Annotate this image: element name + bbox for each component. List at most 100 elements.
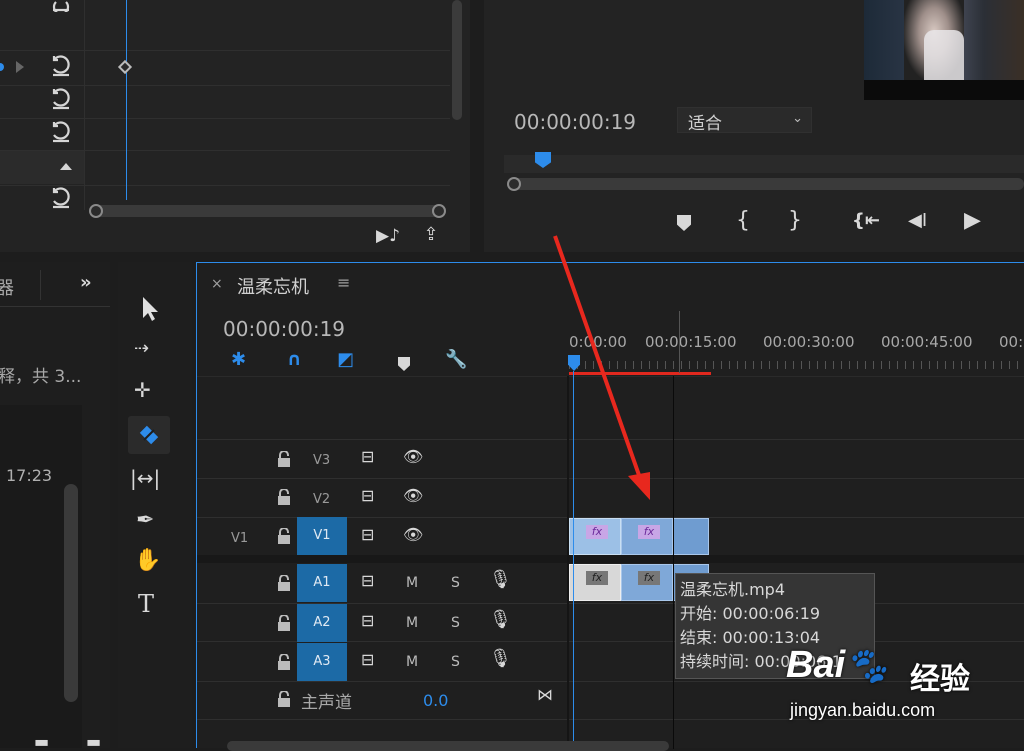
add-marker-icon[interactable] [677,215,691,231]
track-select-tool-icon[interactable]: ⇢ [134,340,149,358]
timeline-tab-title[interactable]: 温柔忘机 [237,273,309,299]
mute-button[interactable]: M [406,575,418,591]
program-timecode[interactable]: 00:00:00:19 [514,110,636,134]
lock-icon[interactable] [277,528,291,544]
sync-lock-icon[interactable]: ⊟ [361,573,374,589]
tab-partial[interactable]: 器 [0,274,14,300]
microphone-icon[interactable]: 🎙 [489,571,512,589]
add-marker-icon[interactable] [398,357,410,371]
eye-icon[interactable]: 👁 [403,527,423,543]
audio-clip[interactable]: fx [621,564,673,601]
sync-lock-icon[interactable]: ⊟ [361,527,374,543]
reset-icon[interactable] [50,88,72,110]
snap-icon[interactable]: ∩ [287,351,302,369]
audio-clip[interactable]: fx [569,564,621,601]
track-target-a2[interactable]: A2 [297,604,347,642]
export-frame-icon[interactable]: ⇪ [418,226,444,244]
reset-icon[interactable] [50,55,72,77]
play-icon[interactable]: ▶ [964,210,981,232]
solo-button[interactable]: S [451,575,460,591]
timeline-scrollbar[interactable] [227,741,669,751]
step-back-icon[interactable]: ◀I [908,212,927,230]
monitor-ruler[interactable] [504,155,1024,173]
panel-overflow-icon[interactable]: » [80,274,92,292]
track-target-a1[interactable]: A1 [297,564,347,602]
ripple-edit-tool-icon[interactable]: ✛ [134,380,151,400]
track-label-v2: V2 [313,492,331,507]
zoom-select[interactable]: 适合 ⌄ [677,107,812,134]
monitor-scrollbar[interactable] [510,178,1024,190]
tooltip-start: 开始: 00:00:06:19 [680,604,821,623]
sync-lock-icon[interactable]: ⊟ [361,652,374,668]
master-volume-value[interactable]: 0.0 [423,691,448,710]
fx-badge: fx [586,525,608,539]
type-tool-icon[interactable]: T [138,592,154,616]
slip-tool-icon[interactable]: |↔| [130,468,160,488]
chevron-down-icon: ⌄ [792,111,803,126]
project-panel: 器 » 释，共 3... 17:23 ▬ ▬ [0,262,110,750]
tools-panel: ⇢ ✛ |↔| ✒ ✋ T [118,262,192,748]
video-clip[interactable] [673,518,709,555]
video-clip[interactable]: fx [621,518,673,555]
microphone-icon[interactable]: 🎙 [489,650,512,668]
razor-tool-icon[interactable] [136,422,162,448]
reset-icon[interactable] [50,0,72,12]
play-audio-icon[interactable]: ▶♪ [375,228,401,245]
project-scrollbar[interactable] [64,484,78,702]
fx-label: fx [591,571,603,584]
lock-icon[interactable] [277,691,291,707]
hand-tool-icon[interactable]: ✋ [134,550,161,572]
source-patch-v1[interactable]: V1 [231,531,248,546]
vertical-scrollbar[interactable] [452,0,462,120]
reset-icon[interactable] [50,187,72,209]
reset-icon[interactable] [50,121,72,143]
zoom-scrollbar[interactable] [90,205,442,217]
nest-sequence-icon[interactable]: ✱ [231,351,246,369]
close-icon[interactable]: × [211,277,223,291]
lock-icon[interactable] [277,451,291,467]
timeline-timecode[interactable]: 00:00:00:19 [223,317,345,341]
sync-lock-icon[interactable]: ⊟ [361,449,374,465]
lock-icon[interactable] [277,615,291,631]
track-target-v1[interactable]: V1 [297,517,347,555]
watermark-brand2: 经验 [910,662,970,697]
sync-lock-icon[interactable]: ⊟ [361,613,374,629]
solo-button[interactable]: S [451,615,460,631]
eye-icon[interactable]: 👁 [403,449,423,465]
mute-button[interactable]: M [406,654,418,670]
panel-menu-icon[interactable]: ≡ [337,275,350,291]
ruler-label-2: 00:00:30:00 [763,333,855,351]
zoom-select-value: 适合 [688,114,722,134]
wrench-icon[interactable]: 🔧 [445,351,467,369]
collapse-arrow-icon[interactable] [60,163,72,170]
sync-lock-icon[interactable]: ⊟ [361,488,374,504]
track-target-a3-label: A3 [313,654,331,669]
effect-playhead[interactable] [126,0,127,200]
eye-icon[interactable]: 👁 [403,488,423,504]
fx-badge: fx [638,571,660,585]
keyframe-nav-arrow[interactable] [16,61,24,73]
watermark-brand-text: Bai [786,644,846,686]
fx-badge: fx [586,571,608,585]
program-monitor-panel: 00:00:00:19 适合 ⌄ { } {⇤ ◀I ▶ [484,0,1024,252]
solo-button[interactable]: S [451,654,460,670]
track-target-a1-label: A1 [313,575,331,590]
pen-tool-icon[interactable]: ✒ [136,510,154,532]
bowtie-icon[interactable]: ⋈ [537,687,553,703]
linked-selection-icon[interactable]: ◩ [337,351,354,369]
video-clip[interactable]: fx [569,518,621,555]
track-target-a3[interactable]: A3 [297,643,347,681]
keyframe-diamond[interactable] [117,59,133,75]
selection-tool-icon[interactable] [140,296,160,322]
watermark: Bai🐾 经验 jingyan.baidu.com [786,640,1016,730]
lock-icon[interactable] [277,654,291,670]
lock-icon[interactable] [277,575,291,591]
mark-in-icon[interactable]: { [736,210,750,232]
ruler-label-3: 00:00:45:00 [881,333,973,351]
mark-out-icon[interactable]: } [788,210,802,232]
microphone-icon[interactable]: 🎙 [489,611,512,629]
track-target-a2-label: A2 [313,615,331,630]
lock-icon[interactable] [277,489,291,505]
mute-button[interactable]: M [406,615,418,631]
go-to-in-icon[interactable]: {⇤ [852,212,880,230]
